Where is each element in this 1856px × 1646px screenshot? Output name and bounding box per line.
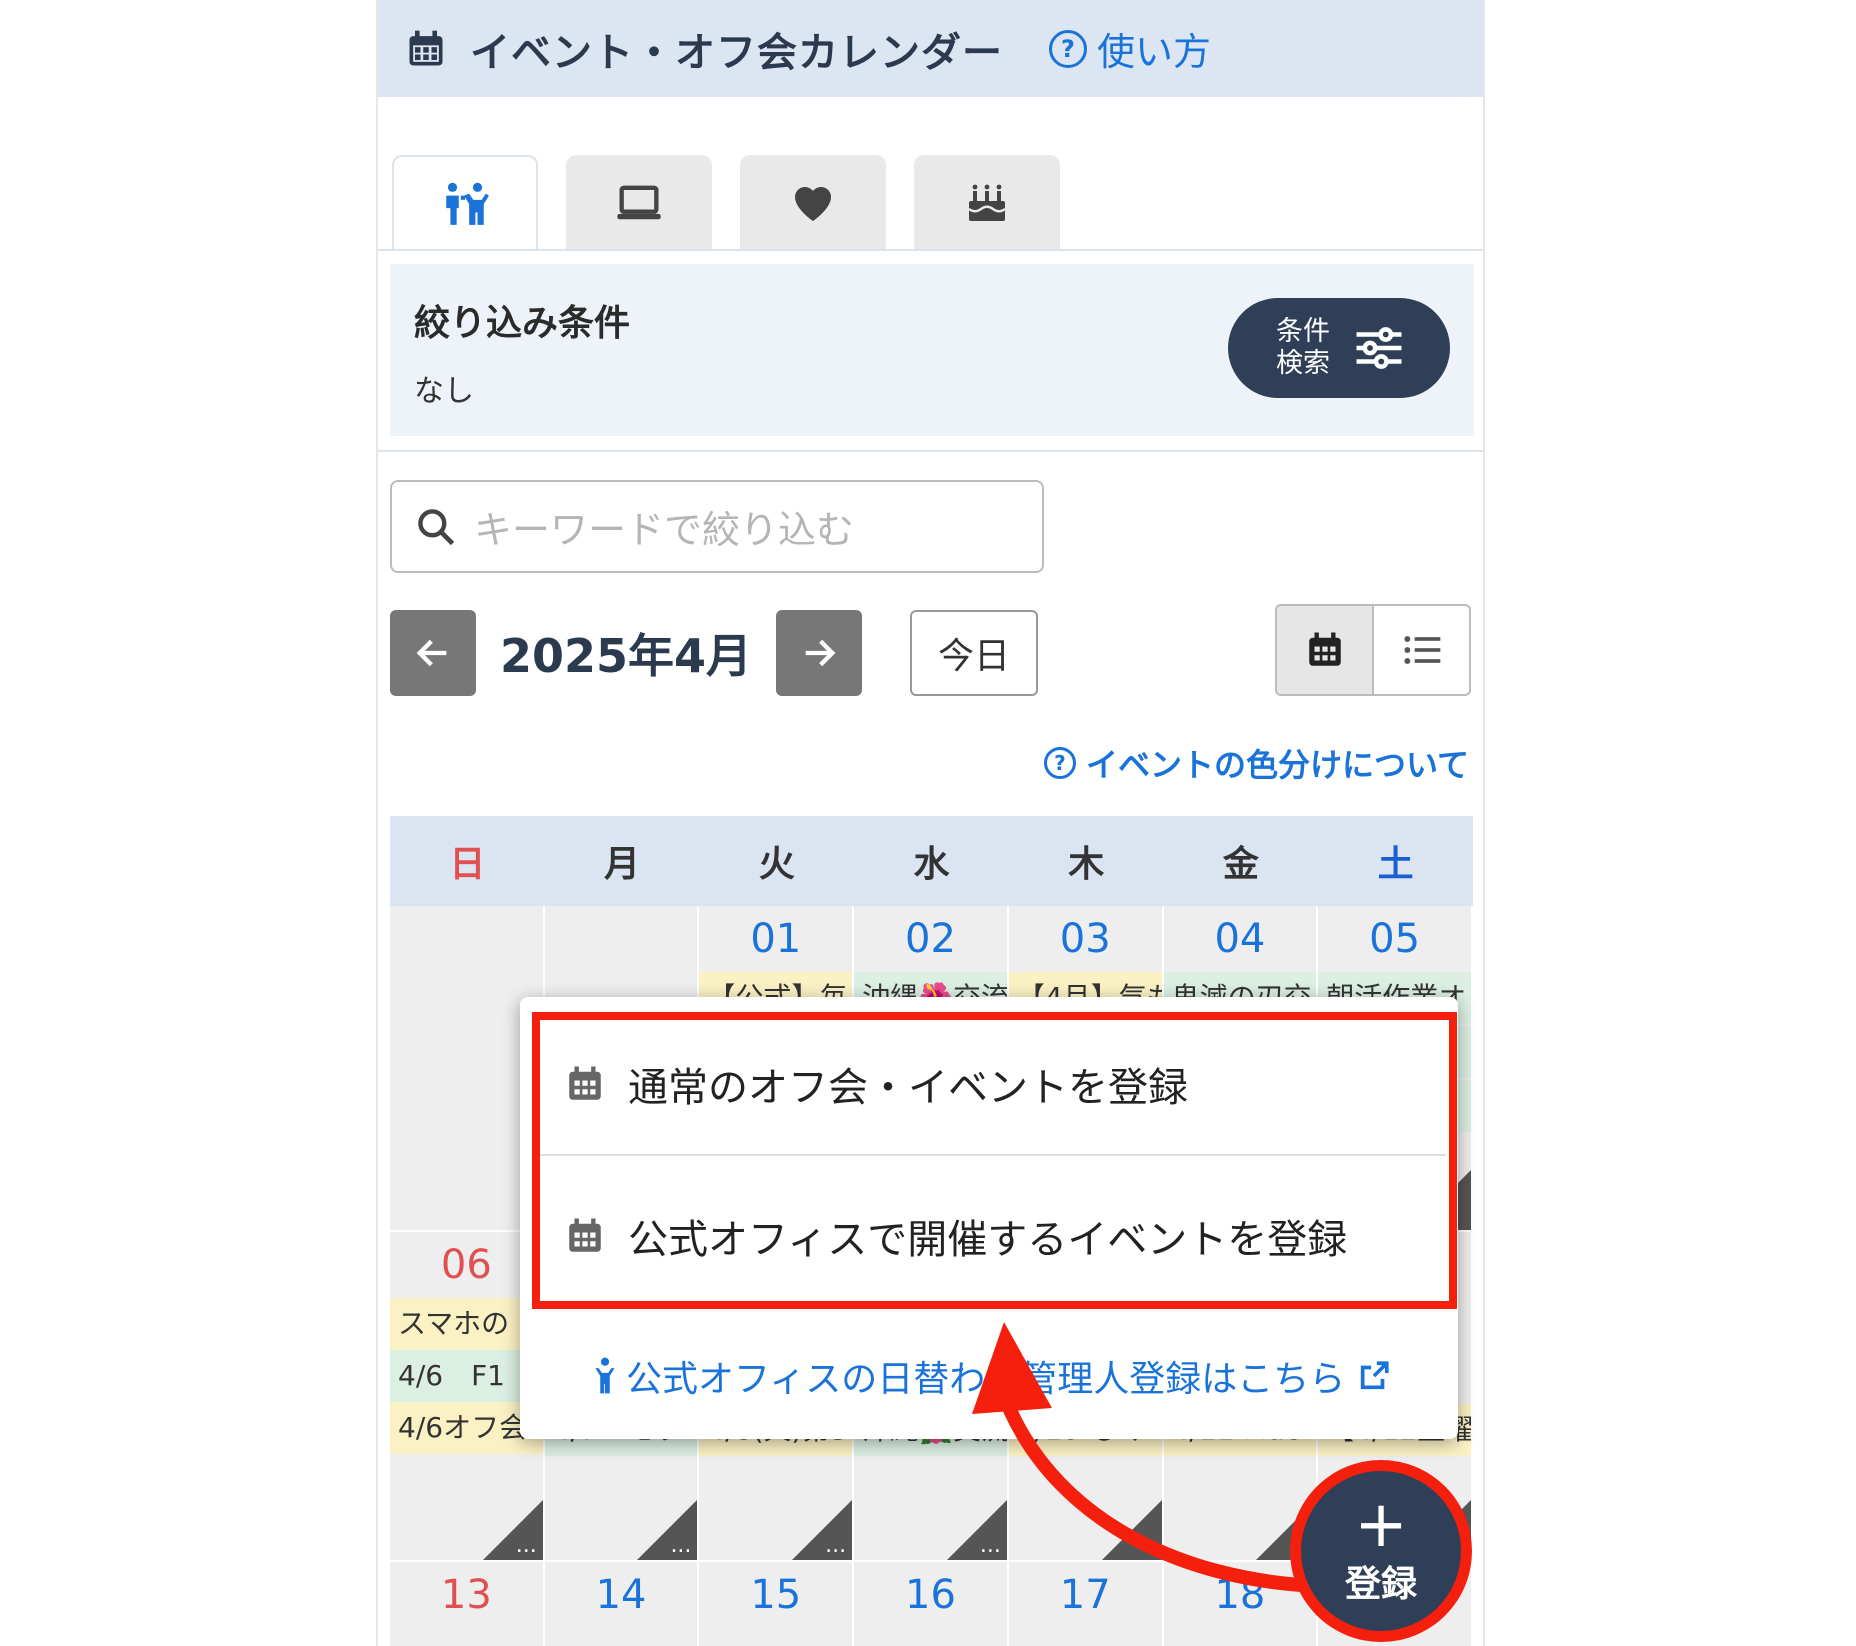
weekday-label: 木 — [1068, 844, 1105, 885]
filter-value: なし — [414, 374, 474, 409]
filter-panel: 絞り込み条件 なし 条件 検索 — [390, 264, 1474, 436]
day-number: 03 — [1059, 916, 1111, 962]
register-normal-event-label: 通常のオフ会・イベントを登録 — [628, 1065, 1188, 1111]
weekday-label: 火 — [758, 844, 795, 885]
weekday-header: 日 月 火 水 木 金 土 — [390, 816, 1473, 906]
section-divider — [378, 450, 1483, 452]
day-number: 16 — [905, 1572, 956, 1618]
page-title: イベント・オフ会カレンダー — [470, 29, 1003, 76]
laptop-icon — [617, 185, 661, 219]
condition-search-label-line2: 検索 — [1276, 348, 1330, 379]
day-number: 04 — [1214, 916, 1266, 962]
tab-favorite-events[interactable] — [740, 155, 886, 250]
weekday-label: 水 — [913, 844, 950, 885]
calendar-icon — [569, 1218, 601, 1252]
calendar-cell[interactable]: 17 — [1008, 1562, 1164, 1646]
register-office-event-label: 公式オフィスで開催するイベントを登録 — [628, 1217, 1348, 1263]
sliders-icon — [1356, 327, 1402, 369]
next-month-button[interactable] — [776, 610, 862, 696]
help-link[interactable]: ? 使い方 — [1049, 21, 1211, 76]
day-number: 13 — [440, 1572, 492, 1618]
weekday-label: 日 — [449, 844, 486, 885]
condition-search-button[interactable]: 条件 検索 — [1228, 298, 1450, 398]
calendar-cell[interactable]: 14 — [544, 1562, 700, 1646]
current-month: 2025年4月 — [500, 629, 753, 683]
day-number: 15 — [750, 1572, 802, 1618]
more-dots: ... — [670, 1533, 692, 1558]
search-input[interactable]: キーワードで絞り込む — [390, 480, 1044, 573]
cake-icon — [968, 184, 1006, 221]
more-dots: ... — [515, 1533, 537, 1558]
view-toggle — [1275, 604, 1471, 696]
people-icon — [446, 182, 489, 225]
calendar-cell[interactable]: 13 — [390, 1562, 545, 1646]
heart-icon — [795, 186, 831, 221]
help-circle-icon: ? — [1043, 747, 1076, 779]
register-normal-event-item[interactable]: 通常のオフ会・イベントを登録 — [564, 1055, 1188, 1113]
calendar-grid-icon — [1308, 632, 1341, 666]
menu-divider — [534, 1154, 1446, 1156]
plus-icon: + — [1354, 1488, 1408, 1562]
tab-divider — [378, 249, 1483, 251]
prev-month-button[interactable] — [390, 610, 476, 696]
weekday-label: 月 — [604, 844, 641, 885]
list-icon — [1403, 636, 1440, 664]
tab-birthday-events[interactable] — [914, 155, 1060, 250]
day-number: 01 — [750, 916, 802, 962]
calendar-icon — [569, 1066, 601, 1100]
condition-search-label-line1: 条件 — [1276, 316, 1330, 347]
register-menu: 通常のオフ会・イベントを登録 公式オフィスで開催するイベントを登録 公式オフィス… — [520, 997, 1458, 1439]
day-number: 02 — [905, 916, 956, 962]
weekday-label: 土 — [1377, 844, 1414, 885]
page-header: イベント・オフ会カレンダー ? 使い方 — [378, 0, 1483, 97]
help-circle-icon: ? — [1049, 29, 1087, 68]
calendar-cell[interactable]: 15 — [699, 1562, 855, 1646]
category-tabs — [392, 155, 1060, 250]
condition-search-label: 条件 検索 — [1272, 316, 1334, 380]
list-view-button[interactable] — [1374, 606, 1469, 694]
more-dots: ... — [825, 1533, 847, 1558]
more-events-indicator[interactable] — [1101, 1500, 1162, 1560]
help-link-label: 使い方 — [1097, 30, 1212, 74]
calendar-view-button[interactable] — [1277, 606, 1374, 694]
calendar-cell[interactable]: 16 — [854, 1562, 1009, 1646]
day-number: 05 — [1369, 916, 1421, 962]
daily-manager-link[interactable]: 公式オフィスの日替わり管理人登録はこちら — [590, 1350, 1391, 1402]
calendar-icon — [409, 30, 443, 65]
day-number: 14 — [595, 1572, 647, 1618]
arrow-right-icon — [805, 639, 836, 667]
more-dots: ... — [979, 1533, 1001, 1558]
register-fab-button[interactable]: + 登録 — [1301, 1471, 1461, 1631]
color-help-label: イベントの色分けについて — [1085, 746, 1469, 784]
register-fab-label: 登録 — [1344, 1564, 1417, 1605]
external-link-icon — [1361, 1361, 1389, 1390]
weekday-label: 金 — [1222, 844, 1259, 885]
tab-offline-events[interactable] — [392, 155, 538, 250]
search-icon — [418, 508, 455, 545]
today-button[interactable]: 今日 — [910, 610, 1038, 696]
person-icon — [595, 1357, 615, 1394]
daily-manager-link-label: 公式オフィスの日替わり管理人登録はこちら — [626, 1359, 1346, 1400]
register-office-event-item[interactable]: 公式オフィスで開催するイベントを登録 — [564, 1207, 1347, 1265]
search-placeholder: キーワードで絞り込む — [474, 508, 855, 552]
day-number: 17 — [1059, 1572, 1111, 1618]
color-help-link[interactable]: ? イベントの色分けについて — [1043, 740, 1469, 786]
filter-title: 絞り込み条件 — [414, 303, 631, 344]
tab-online-events[interactable] — [566, 155, 712, 250]
arrow-left-icon — [416, 639, 447, 667]
